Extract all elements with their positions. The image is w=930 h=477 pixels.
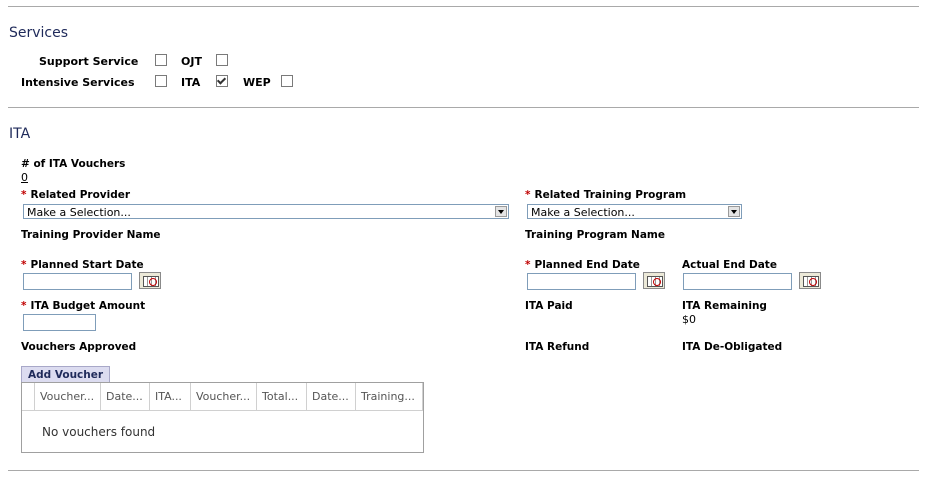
services-divider [8, 107, 919, 108]
related-training-program-text: Related Training Program [534, 189, 687, 201]
related-provider-label: * Related Provider [21, 189, 130, 201]
ita-checkbox[interactable] [216, 75, 228, 87]
ita-vouchers-count-link[interactable]: 0 [21, 171, 28, 184]
ita-deobligated-label: ITA De-Obligated [682, 341, 783, 353]
related-provider-value: Make a Selection... [27, 206, 131, 219]
planned-end-date-text: Planned End Date [534, 259, 640, 271]
planned-start-date-label: * Planned Start Date [21, 259, 144, 271]
planned-end-date-input[interactable] [527, 273, 636, 290]
ita-budget-amount-text: ITA Budget Amount [30, 300, 146, 312]
column-header[interactable]: Date... [101, 383, 150, 410]
wep-label: WEP [243, 76, 271, 89]
actual-end-date-input[interactable] [683, 273, 792, 290]
ita-remaining-label: ITA Remaining [682, 300, 767, 312]
column-header[interactable]: Total... [257, 383, 307, 410]
vouchers-table: Voucher... Date... ITA... Voucher... Tot… [21, 382, 424, 453]
intensive-services-label: Intensive Services [21, 76, 135, 89]
related-training-program-value: Make a Selection... [531, 206, 635, 219]
ojt-label: OJT [181, 55, 202, 68]
ita-budget-amount-input[interactable] [23, 314, 96, 331]
vouchers-table-header: Voucher... Date... ITA... Voucher... Tot… [22, 383, 423, 411]
chevron-down-icon[interactable] [728, 206, 740, 217]
actual-end-date-label: Actual End Date [682, 259, 777, 271]
required-marker: * [525, 259, 531, 271]
planned-start-date-text: Planned Start Date [30, 259, 144, 271]
ita-budget-amount-label: * ITA Budget Amount [21, 300, 145, 312]
wep-checkbox[interactable] [281, 75, 293, 87]
planned-end-date-label: * Planned End Date [525, 259, 640, 271]
required-marker: * [21, 259, 27, 271]
planned-start-date-input[interactable] [23, 273, 132, 290]
ita-remaining-value: $0 [682, 313, 696, 326]
services-title: Services [9, 25, 69, 41]
column-header[interactable]: Training... [356, 383, 423, 410]
calendar-icon[interactable] [643, 272, 665, 289]
training-provider-name-label: Training Provider Name [21, 229, 161, 241]
column-header[interactable]: ITA... [150, 383, 191, 410]
related-training-program-select[interactable]: Make a Selection... [527, 204, 742, 219]
ita-title: ITA [9, 126, 31, 142]
row-selector-header [22, 383, 35, 410]
calendar-icon[interactable] [139, 272, 161, 289]
chevron-down-icon[interactable] [495, 206, 507, 217]
ita-refund-label: ITA Refund [525, 341, 590, 353]
required-marker: * [21, 300, 27, 312]
required-marker: * [21, 189, 27, 201]
intensive-services-checkbox[interactable] [155, 75, 167, 87]
support-service-checkbox[interactable] [155, 54, 167, 66]
required-marker: * [525, 189, 531, 201]
ojt-checkbox[interactable] [216, 54, 228, 66]
column-header[interactable]: Voucher... [191, 383, 257, 410]
calendar-icon[interactable] [799, 272, 821, 289]
related-provider-text: Related Provider [30, 189, 131, 201]
top-divider [8, 6, 919, 7]
related-provider-select[interactable]: Make a Selection... [23, 204, 509, 219]
ita-label: ITA [181, 76, 201, 89]
vouchers-approved-label: Vouchers Approved [21, 341, 137, 353]
column-header[interactable]: Voucher... [35, 383, 101, 410]
ita-vouchers-count-label: # of ITA Vouchers [21, 158, 126, 170]
related-training-program-label: * Related Training Program [525, 189, 686, 201]
ita-paid-label: ITA Paid [525, 300, 573, 312]
training-program-name-label: Training Program Name [525, 229, 665, 241]
vouchers-empty-message: No vouchers found [42, 425, 156, 439]
support-service-label: Support Service [39, 55, 139, 68]
bottom-divider [8, 470, 919, 471]
column-header[interactable]: Date... [307, 383, 356, 410]
